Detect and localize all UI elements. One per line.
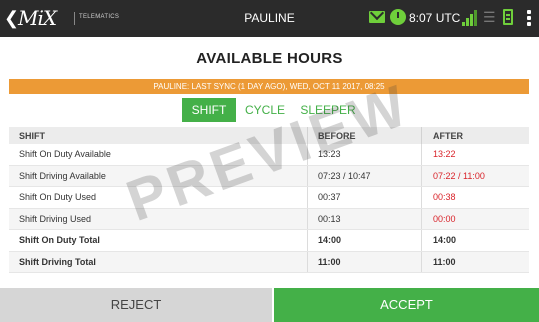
before-value: 13:23 bbox=[307, 144, 414, 165]
table-row: Shift Driving Used 00:13 00:00 bbox=[9, 208, 529, 230]
hours-table: SHIFT BEFORE AFTER Shift On Duty Availab… bbox=[9, 127, 529, 273]
row-label: Shift Driving Total bbox=[19, 256, 96, 267]
before-value: 00:37 bbox=[307, 187, 414, 208]
action-bar: REJECT ACCEPT bbox=[0, 288, 539, 322]
after-value: 07:22 / 11:00 bbox=[421, 165, 529, 186]
after-value: 00:38 bbox=[421, 187, 529, 208]
before-value: 14:00 bbox=[307, 230, 414, 251]
after-value: 00:00 bbox=[421, 208, 529, 229]
accept-button[interactable]: ACCEPT bbox=[274, 288, 539, 322]
tab-cycle[interactable]: CYCLE bbox=[240, 98, 290, 122]
after-value: 11:00 bbox=[421, 251, 529, 272]
before-value: 07:23 / 10:47 bbox=[307, 165, 414, 186]
row-label: Shift Driving Used bbox=[19, 213, 92, 224]
header-shift: SHIFT bbox=[19, 130, 45, 141]
table-row: Shift On Duty Total 14:00 14:00 bbox=[9, 230, 529, 252]
after-value: 13:22 bbox=[421, 144, 529, 165]
tab-sleeper[interactable]: SLEEPER bbox=[294, 98, 362, 122]
table-row: Shift Driving Total 11:00 11:00 bbox=[9, 251, 529, 273]
sync-status-bar: PAULINE: LAST SYNC (1 DAY AGO), WED, OCT… bbox=[9, 79, 529, 94]
page-title: AVAILABLE HOURS bbox=[196, 50, 343, 67]
row-label: Shift On Duty Available bbox=[19, 149, 111, 160]
header-before: BEFORE bbox=[307, 127, 414, 144]
wifi-icon: ☰ bbox=[483, 9, 496, 25]
top-bar: ❮ MiX TELEMATICS PAULINE 8:07 UTC ☰ bbox=[0, 0, 539, 37]
table-row: Shift On Duty Available 13:23 13:22 bbox=[9, 144, 529, 166]
before-value: 11:00 bbox=[307, 251, 414, 272]
header-after: AFTER bbox=[421, 127, 529, 144]
row-label: Shift On Duty Total bbox=[19, 235, 100, 246]
tab-bar: SHIFT CYCLE SLEEPER bbox=[0, 98, 539, 122]
battery-icon bbox=[503, 9, 513, 25]
before-value: 00:13 bbox=[307, 208, 414, 229]
row-label: Shift On Duty Used bbox=[19, 192, 97, 203]
after-value: 14:00 bbox=[421, 230, 529, 251]
table-header: SHIFT BEFORE AFTER bbox=[9, 127, 529, 144]
table-row: Shift Driving Available 07:23 / 10:47 07… bbox=[9, 165, 529, 187]
reject-button[interactable]: REJECT bbox=[0, 288, 272, 322]
mail-icon[interactable] bbox=[369, 11, 385, 23]
tab-shift[interactable]: SHIFT bbox=[182, 98, 236, 122]
clock-icon[interactable] bbox=[390, 9, 406, 25]
clock-time: 8:07 UTC bbox=[409, 11, 461, 25]
overflow-menu-icon[interactable] bbox=[527, 10, 531, 26]
table-row: Shift On Duty Used 00:37 00:38 bbox=[9, 187, 529, 209]
signal-icon bbox=[462, 10, 478, 26]
row-label: Shift Driving Available bbox=[19, 170, 106, 181]
